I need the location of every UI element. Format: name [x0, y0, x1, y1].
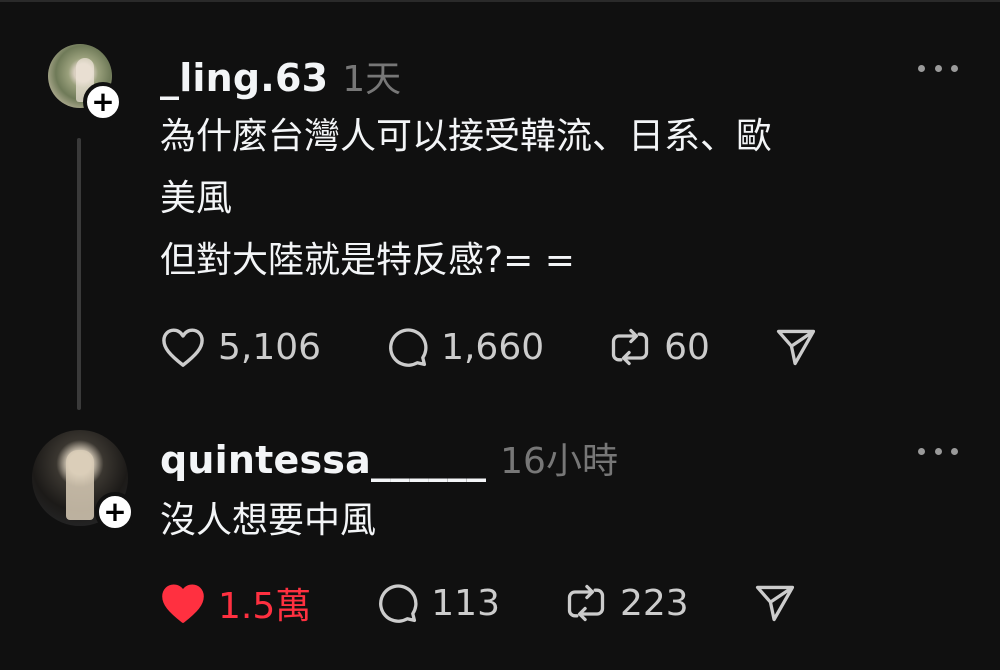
plus-icon[interactable]: + — [95, 492, 135, 532]
post-text: 沒人想要中風 — [160, 500, 377, 541]
like-count: 5,106 — [218, 326, 322, 368]
post-header: quintessa______ 16小時 — [160, 432, 618, 484]
reply-button[interactable]: 1,660 — [385, 325, 544, 369]
repost-count: 60 — [664, 326, 710, 368]
heart-icon — [162, 584, 204, 623]
thread-post: + _ling.63 1天 為什麼台灣人可以接受韓流、日系、歐 美風 但對大陸就… — [0, 0, 1000, 410]
heart-icon — [162, 328, 204, 367]
like-count: 1.5萬 — [218, 586, 312, 627]
reply-count: 1,660 — [441, 326, 545, 368]
send-icon — [755, 585, 794, 622]
share-button[interactable] — [753, 581, 797, 625]
like-button[interactable]: 1.5萬 — [160, 577, 311, 629]
repost-icon — [567, 584, 605, 622]
action-bar: 5,106 1,660 60 — [160, 322, 818, 372]
post-header: _ling.63 1天 — [160, 50, 401, 102]
like-button[interactable]: 5,106 — [160, 326, 321, 368]
post-text: 為什麼台灣人可以接受韓流、日系、歐 美風 但對大陸就是特反感?= = — [160, 116, 773, 281]
reply-button[interactable]: 113 — [375, 581, 500, 625]
repost-icon — [611, 328, 649, 366]
send-icon — [776, 329, 816, 366]
thread-connector-line — [77, 138, 81, 410]
username[interactable]: quintessa______ — [160, 438, 486, 482]
speech-bubble-icon — [379, 584, 418, 623]
repost-button[interactable]: 60 — [608, 325, 710, 369]
timestamp: 1天 — [342, 59, 402, 100]
repost-count: 223 — [619, 582, 689, 624]
reply-count: 113 — [431, 582, 500, 624]
timestamp: 16小時 — [500, 441, 618, 482]
repost-button[interactable]: 223 — [564, 581, 689, 625]
plus-icon[interactable]: + — [83, 82, 123, 122]
more-dots-icon[interactable] — [918, 446, 958, 456]
more-dots-icon[interactable] — [918, 63, 958, 73]
username[interactable]: _ling.63 — [160, 56, 328, 100]
share-button[interactable] — [774, 325, 818, 369]
speech-bubble-icon — [389, 328, 428, 367]
action-bar: 1.5萬 113 223 — [160, 578, 797, 628]
